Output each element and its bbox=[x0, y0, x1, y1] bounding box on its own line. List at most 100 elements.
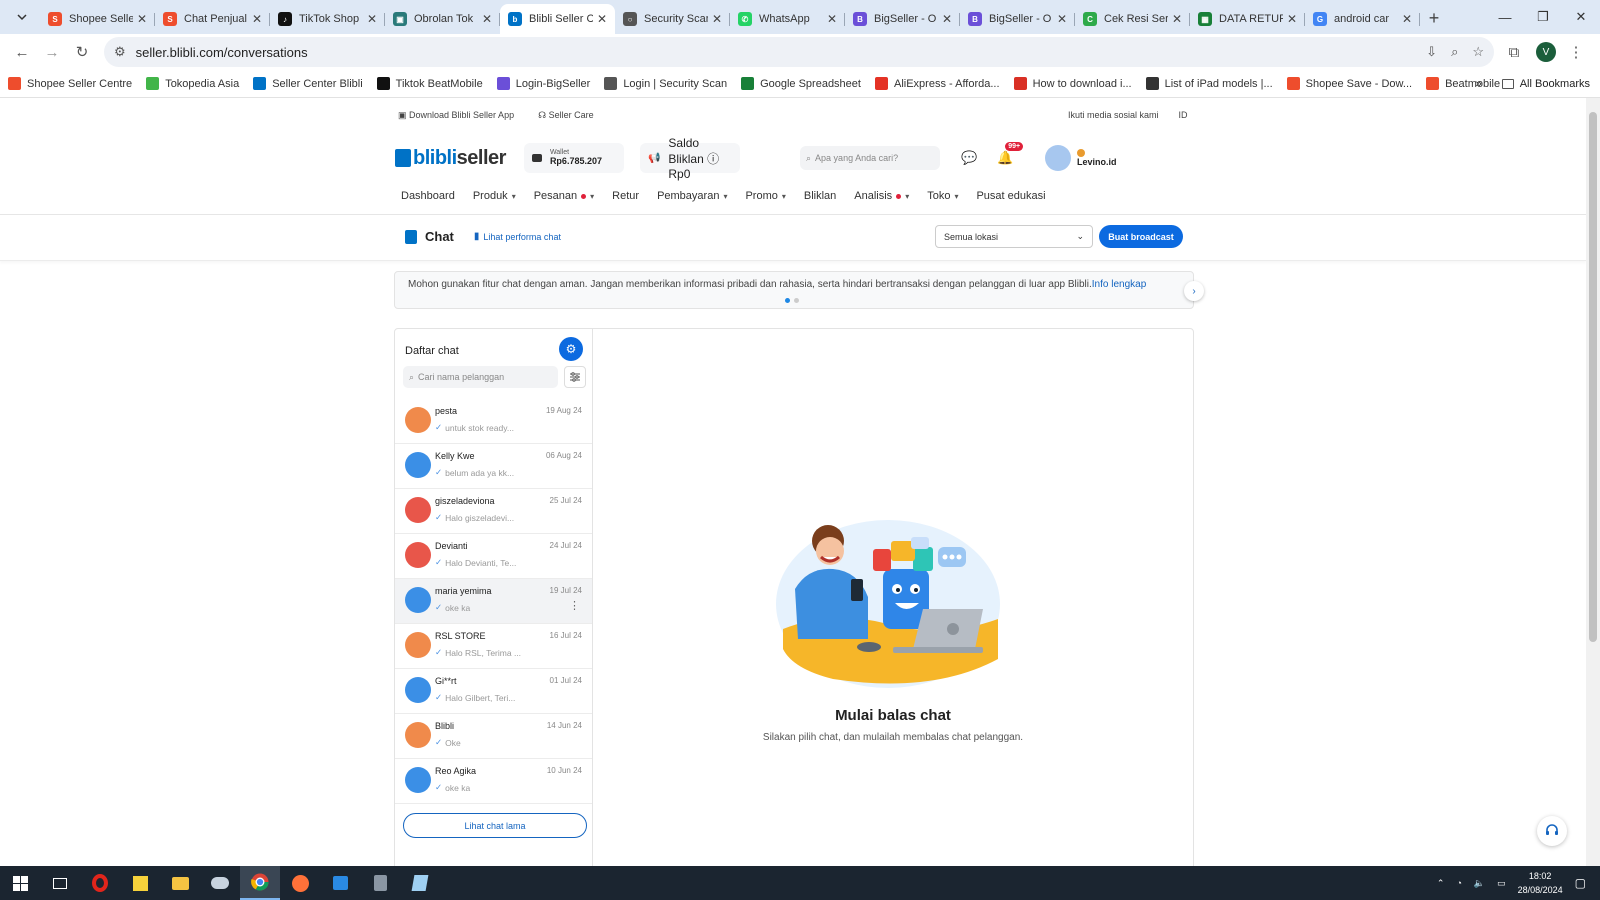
tab-search-icon[interactable] bbox=[10, 5, 34, 29]
tab-close-icon[interactable]: ✕ bbox=[252, 12, 262, 26]
bookmark-item[interactable]: Shopee Save - Dow... bbox=[1286, 77, 1412, 90]
bookmark-item[interactable]: Login-BigSeller bbox=[496, 77, 590, 90]
browser-tab[interactable]: ♪ TikTok Shop ✕ bbox=[270, 4, 385, 34]
tab-close-icon[interactable]: ✕ bbox=[1057, 12, 1067, 26]
tab-close-icon[interactable]: ✕ bbox=[1287, 12, 1297, 26]
volume-icon[interactable]: 🔈 bbox=[1474, 878, 1485, 889]
bookmark-item[interactable]: How to download i... bbox=[1013, 77, 1132, 90]
chrome-menu-icon[interactable]: ⋮ bbox=[1562, 38, 1590, 66]
firefox-icon[interactable] bbox=[280, 866, 320, 900]
nav-item[interactable]: Analisis ▾ bbox=[854, 190, 909, 202]
saldo-bliklan-card[interactable]: 📢 Saldo Bliklan ⓘ Rp0 bbox=[639, 136, 740, 181]
bookmark-item[interactable]: AliExpress - Afforda... bbox=[874, 77, 1000, 90]
reload-icon[interactable]: ↻ bbox=[68, 38, 96, 66]
browser-tab[interactable]: S Shopee Seller ✕ bbox=[40, 4, 155, 34]
bookmark-star-icon[interactable]: ☆ bbox=[1472, 44, 1484, 60]
store-icon[interactable] bbox=[320, 866, 360, 900]
language-switch[interactable]: ID bbox=[1179, 110, 1188, 120]
back-icon[interactable]: ← bbox=[8, 38, 36, 66]
nav-item[interactable]: Pusat edukasi bbox=[976, 190, 1045, 202]
nav-item[interactable]: Pesanan ▾ bbox=[534, 190, 594, 202]
bookmark-item[interactable]: Login | Security Scan bbox=[604, 77, 727, 90]
browser-tab[interactable]: b Blibli Seller C ✕ bbox=[500, 4, 615, 34]
chat-list-item[interactable]: pesta 19 Aug 24 ✓ untuk stok ready... bbox=[395, 399, 592, 444]
sticky-notes-icon[interactable] bbox=[120, 866, 160, 900]
blibli-seller-logo[interactable]: blibli seller bbox=[395, 147, 506, 170]
tab-close-icon[interactable]: ✕ bbox=[367, 12, 377, 26]
notepad-icon[interactable] bbox=[400, 866, 440, 900]
location-select[interactable]: Semua lokasi ⌄ bbox=[935, 225, 1093, 248]
extensions-icon[interactable]: ⧉ bbox=[1500, 38, 1528, 66]
tab-close-icon[interactable]: ✕ bbox=[1172, 12, 1182, 26]
browser-tab[interactable]: B BigSeller - O ✕ bbox=[845, 4, 960, 34]
user-menu[interactable]: Levino.id bbox=[1045, 145, 1117, 171]
seller-care-link[interactable]: ☊ Seller Care bbox=[538, 110, 594, 121]
chat-performance-link[interactable]: ▮ Lihat performa chat bbox=[474, 231, 561, 242]
app-icon[interactable] bbox=[200, 866, 240, 900]
chat-list-item[interactable]: maria yemima 19 Jul 24 ✓ oke ka ⋮ bbox=[395, 579, 592, 624]
tab-close-icon[interactable]: ✕ bbox=[597, 12, 607, 26]
bookmark-item[interactable]: Tokopedia Asia bbox=[146, 77, 239, 90]
tab-close-icon[interactable]: ✕ bbox=[137, 12, 147, 26]
chat-settings-button[interactable]: ⚙ bbox=[559, 337, 583, 361]
nav-item[interactable]: Produk ▾ bbox=[473, 190, 516, 202]
chrome-taskbar-icon[interactable] bbox=[240, 866, 280, 900]
chat-filter-button[interactable] bbox=[564, 366, 586, 388]
nav-item[interactable]: Promo ▾ bbox=[745, 190, 785, 202]
close-window-icon[interactable]: ✕ bbox=[1562, 0, 1600, 34]
task-view-icon[interactable] bbox=[40, 866, 80, 900]
bookmark-item[interactable]: Seller Center Blibli bbox=[253, 77, 363, 90]
bookmark-item[interactable]: Tiktok BeatMobile bbox=[376, 77, 483, 90]
nav-item[interactable]: Dashboard bbox=[401, 190, 455, 202]
notification-bell-icon[interactable]: 🔔 99+ bbox=[997, 142, 1024, 166]
carousel-dot-1[interactable] bbox=[785, 298, 790, 303]
file-explorer-icon[interactable] bbox=[160, 866, 200, 900]
chat-list-item[interactable]: Blibli 14 Jun 24 ✓ Oke bbox=[395, 714, 592, 759]
wallet-card[interactable]: Wallet Rp6.785.207 bbox=[523, 143, 624, 173]
site-info-icon[interactable]: ⚙ bbox=[114, 44, 126, 60]
carousel-dot-2[interactable] bbox=[794, 298, 799, 303]
browser-tab[interactable]: B BigSeller - O ✕ bbox=[960, 4, 1075, 34]
browser-tab[interactable]: ▣ Obrolan Tok ✕ bbox=[385, 4, 500, 34]
bookmark-item[interactable]: Google Spreadsheet bbox=[741, 77, 861, 90]
bookmark-item[interactable]: Shopee Seller Centre bbox=[8, 77, 132, 90]
help-chat-button[interactable] bbox=[1537, 816, 1567, 846]
notification-center-icon[interactable]: ▢ bbox=[1575, 876, 1586, 890]
opera-icon[interactable] bbox=[80, 866, 120, 900]
new-tab-button[interactable]: + bbox=[1420, 4, 1448, 32]
network-icon[interactable]: ◔ bbox=[1456, 878, 1461, 888]
zoom-icon[interactable]: ⌕ bbox=[1451, 44, 1458, 60]
social-media-link[interactable]: Ikuti media sosial kami bbox=[1068, 110, 1159, 120]
download-app-link[interactable]: ▣ Download Blibli Seller App bbox=[398, 110, 514, 121]
chat-list-item[interactable]: Reo Agika 10 Jun 24 ✓ oke ka bbox=[395, 759, 592, 804]
chat-list-item[interactable]: Devianti 24 Jul 24 ✓ Halo Devianti, Te... bbox=[395, 534, 592, 579]
browser-tab[interactable]: ✆ WhatsApp ✕ bbox=[730, 4, 845, 34]
nav-item[interactable]: Toko ▾ bbox=[927, 190, 958, 202]
chat-icon[interactable]: 💬 bbox=[961, 150, 977, 166]
nav-item[interactable]: Retur bbox=[612, 190, 639, 202]
browser-tab[interactable]: Gandroid car ✕ bbox=[1305, 4, 1420, 34]
browser-tab[interactable]: S Chat Penjual ✕ bbox=[155, 4, 270, 34]
browser-tab[interactable]: ○ Security Scan ✕ bbox=[615, 4, 730, 34]
profile-avatar[interactable]: V bbox=[1536, 42, 1556, 62]
chat-list-item[interactable]: Kelly Kwe 06 Aug 24 ✓ belum ada ya kk... bbox=[395, 444, 592, 489]
browser-tab[interactable]: C Cek Resi Ser ✕ bbox=[1075, 4, 1190, 34]
carousel-next-button[interactable]: › bbox=[1184, 281, 1204, 301]
tab-close-icon[interactable]: ✕ bbox=[827, 12, 837, 26]
bookmarks-overflow-icon[interactable]: » bbox=[1476, 78, 1482, 90]
info-icon[interactable]: ⓘ bbox=[707, 152, 719, 166]
create-broadcast-button[interactable]: Buat broadcast bbox=[1099, 225, 1183, 248]
tab-close-icon[interactable]: ✕ bbox=[942, 12, 952, 26]
customer-search-input[interactable]: ⌕ Cari nama pelanggan bbox=[403, 366, 558, 388]
tab-close-icon[interactable]: ✕ bbox=[712, 12, 722, 26]
install-app-icon[interactable]: ⇩ bbox=[1426, 44, 1437, 60]
nav-item[interactable]: Pembayaran ▾ bbox=[657, 190, 727, 202]
windows-start-icon[interactable] bbox=[0, 866, 40, 900]
address-bar[interactable]: ⚙ seller.blibli.com/conversations ⇩ ⌕ ☆ bbox=[104, 37, 1494, 67]
scrollbar-thumb[interactable] bbox=[1589, 112, 1597, 642]
nav-item[interactable]: Bliklan bbox=[804, 190, 836, 202]
more-options-icon[interactable]: ⋮ bbox=[569, 599, 580, 612]
bookmark-item[interactable]: List of iPad models |... bbox=[1145, 77, 1273, 90]
minimize-icon[interactable]: — bbox=[1486, 0, 1524, 34]
view-old-chats-button[interactable]: Lihat chat lama bbox=[403, 813, 587, 838]
